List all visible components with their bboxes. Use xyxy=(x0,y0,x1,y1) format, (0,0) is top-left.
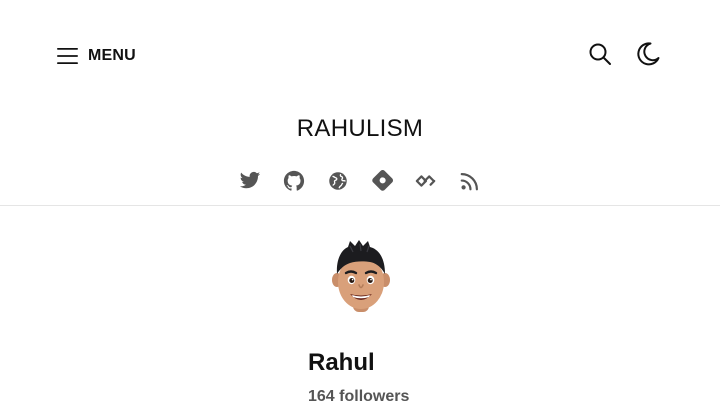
github-icon xyxy=(283,170,305,197)
hashnode-icon xyxy=(371,169,393,197)
hashnode-link[interactable] xyxy=(370,169,394,197)
top-bar: MENU xyxy=(0,0,720,112)
theme-toggle-button[interactable] xyxy=(635,41,661,72)
site-title[interactable]: RAHULISM xyxy=(0,114,720,144)
globe-icon xyxy=(328,171,348,196)
github-link[interactable] xyxy=(282,170,306,197)
twitter-link[interactable] xyxy=(238,171,262,195)
header-divider xyxy=(0,205,720,206)
devto-link[interactable] xyxy=(414,171,438,195)
memoji-avatar xyxy=(326,240,396,316)
menu-button[interactable]: MENU xyxy=(56,43,136,69)
followers-count: 164 xyxy=(308,388,335,405)
website-link[interactable] xyxy=(326,171,350,195)
hamburger-icon xyxy=(56,44,80,68)
followers-link[interactable]: 164 followers xyxy=(308,386,409,405)
search-button[interactable] xyxy=(587,43,613,69)
followers-label: followers xyxy=(339,388,410,405)
rss-icon xyxy=(459,170,481,197)
devto-icon xyxy=(415,174,437,193)
search-icon xyxy=(588,42,612,71)
page: MENU RAHULISM Rahul 164 followers xyxy=(0,0,720,405)
moon-icon xyxy=(635,41,661,72)
rss-link[interactable] xyxy=(458,171,482,195)
profile-name: Rahul xyxy=(308,349,375,376)
social-links xyxy=(0,169,720,197)
twitter-icon xyxy=(239,171,261,196)
menu-label: MENU xyxy=(88,47,136,64)
